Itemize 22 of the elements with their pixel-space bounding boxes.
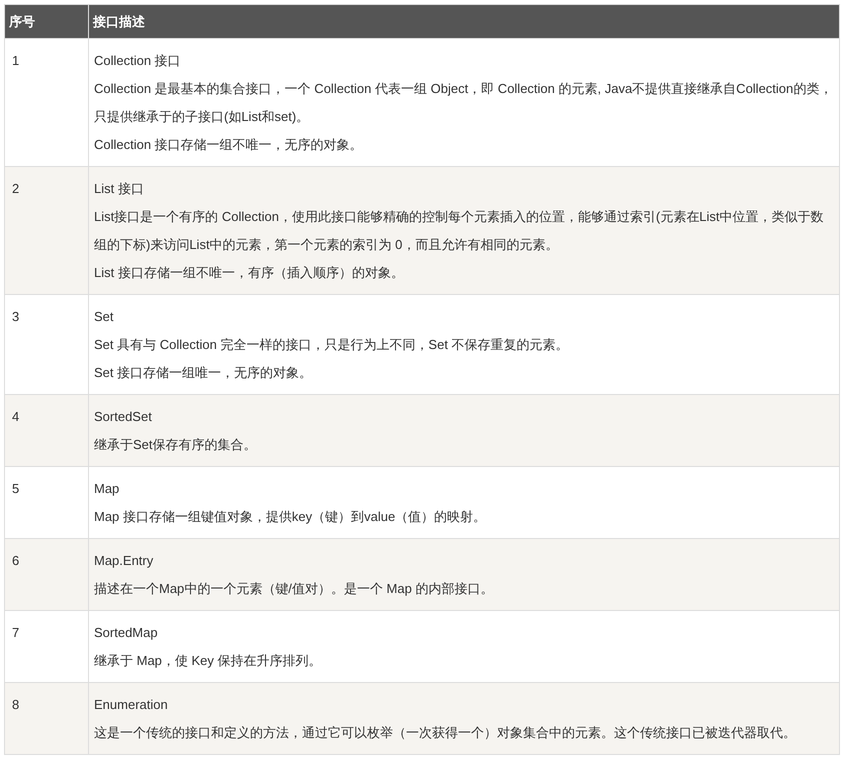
description-text: Enumeration (94, 696, 169, 714)
description-text: Collection 接口 (94, 52, 182, 70)
description-text: 继承于Set保存有序的集合。 (94, 436, 258, 454)
description-text: Set (94, 308, 115, 326)
description-text: Map (94, 480, 120, 498)
description-text: Set 接口存储一组唯一，无序的对象。 (94, 364, 314, 382)
description-text: 继承于 Map，使 Key 保持在升序排列。 (94, 652, 323, 670)
description-text: Set 具有与 Collection 完全一样的接口，只是行为上不同，Set 不保存重复的元素。 (94, 336, 570, 354)
description-text: List 接口 (94, 180, 145, 198)
description-text: 描述在一个Map中的一个元素（键/值对）。是一个 Map 的内部接口。 (94, 580, 494, 598)
description-text: Collection 是最基本的集合接口，一个 Collection 代表一组 Object，即 Collection 的元素, Java不提供直接继承自Collection的类，只提供继承于的子接口(如List和set)。 (94, 80, 834, 126)
description-text: Map 接口存储一组键值对象，提供key（键）到value（值）的映射。 (94, 508, 488, 526)
description-text: List 接口存储一组不唯一，有序（插入顺序）的对象。 (94, 264, 405, 282)
description-text: Map.Entry (94, 552, 154, 570)
column-header: 序号 (4, 4, 88, 38)
description-text: SortedSet (94, 408, 153, 426)
description-text: 这是一个传统的接口和定义的方法，通过它可以枚举（一次获得一个）对象集合中的元素。这个传统接口已被迭代器取代。 (94, 724, 797, 742)
column-header: 接口描述 (88, 4, 840, 38)
description-text: Collection 接口存储一组不唯一，无序的对象。 (94, 136, 364, 154)
description-text: SortedMap (94, 624, 159, 642)
table-cell: 8 (4, 682, 88, 754)
description-text: List接口是一个有序的 Collection，使用此接口能够精确的控制每个元素插入的位置，能够通过索引(元素在List中位置，类似于数组的下标)来访问List中的元素，第一个元素的索引为 0，而且允许有相同的元素。 (94, 208, 824, 254)
